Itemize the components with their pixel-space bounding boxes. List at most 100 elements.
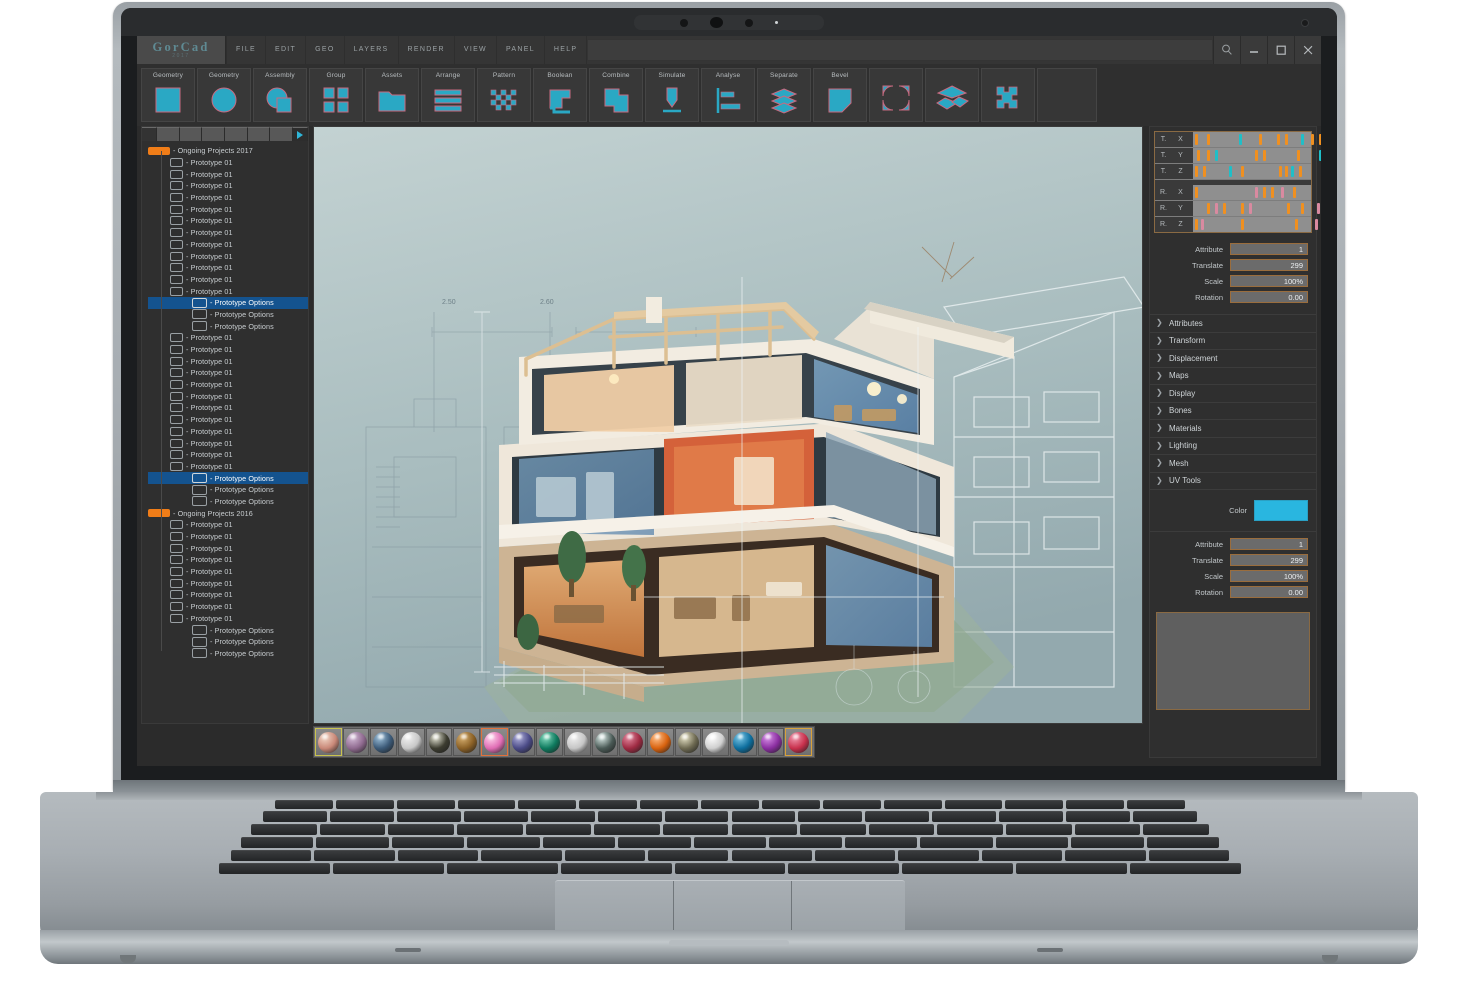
scale-input[interactable]: 100% [1230, 275, 1308, 287]
tree-item-options[interactable]: - Prototype Options [148, 320, 308, 332]
tree-item-prototype[interactable]: - Prototype 01 [148, 390, 308, 402]
tree-item-prototype[interactable]: - Prototype 01 [148, 566, 308, 578]
material-swatch[interactable] [619, 728, 646, 756]
keyboard-key[interactable] [594, 824, 660, 835]
keyboard-key[interactable] [663, 824, 729, 835]
keyboard-key[interactable] [1133, 811, 1197, 822]
keyboard-key[interactable] [314, 850, 394, 861]
keyboard-key[interactable] [800, 824, 866, 835]
keyboard-key[interactable] [618, 837, 690, 848]
keyframe-marker[interactable] [1263, 150, 1266, 161]
inspector-sections[interactable]: ❯Attributes❯Transform❯Displacement❯Maps❯… [1150, 314, 1316, 490]
tree-item-options[interactable]: - Prototype Options [148, 496, 308, 508]
keyframe-marker[interactable] [1241, 166, 1244, 177]
material-swatch[interactable] [315, 728, 342, 756]
tree-item-prototype[interactable]: - Prototype 01 [148, 168, 308, 180]
tool-geometry-square[interactable]: Geometry [141, 68, 195, 122]
tool-slanted-planes[interactable] [925, 68, 979, 122]
keyboard-key[interactable] [543, 837, 615, 848]
keyframe-marker[interactable] [1195, 187, 1198, 198]
tree-item-prototype[interactable]: - Prototype 01 [148, 192, 308, 204]
keyframe-marker[interactable] [1295, 219, 1298, 230]
material-swatch[interactable] [370, 728, 397, 756]
tree-item-prototype[interactable]: - Prototype 01 [148, 613, 308, 625]
keyboard-key[interactable] [518, 800, 576, 809]
keyframe-marker[interactable] [1279, 166, 1282, 177]
keyboard-key[interactable] [884, 800, 942, 809]
tree-item-prototype[interactable]: - Prototype 01 [148, 437, 308, 449]
color-row[interactable]: Color [1150, 490, 1316, 531]
keyboard-key[interactable] [481, 850, 561, 861]
tool-empty-slot[interactable] [1037, 68, 1097, 122]
tree-item-prototype[interactable]: - Prototype 01 [148, 250, 308, 262]
translate-input[interactable]: 299 [1230, 259, 1308, 271]
tree-item-prototype[interactable]: - Prototype 01 [148, 461, 308, 473]
tree-item-prototype[interactable]: - Prototype 01 [148, 449, 308, 461]
keyboard-key[interactable] [1075, 824, 1141, 835]
field-rotation-2[interactable]: Rotation 0.00 [1158, 586, 1308, 598]
keyboard-key[interactable] [1143, 824, 1209, 835]
keyboard-key[interactable] [788, 863, 899, 874]
timeline-row-tx[interactable]: T.X [1155, 132, 1311, 148]
keyframe-marker[interactable] [1215, 203, 1218, 214]
keyboard-key[interactable] [464, 811, 528, 822]
maximize-button[interactable] [1267, 36, 1294, 64]
keyframe-marker[interactable] [1317, 203, 1320, 214]
keyboard-key[interactable] [898, 850, 978, 861]
keyframe-marker[interactable] [1249, 203, 1252, 214]
tree-group-2017[interactable]: - Ongoing Projects 2017 [148, 145, 308, 157]
material-swatch[interactable] [481, 728, 508, 756]
keyboard-key[interactable] [1149, 850, 1229, 861]
keyboard-key[interactable] [333, 863, 444, 874]
rotation-input-2[interactable]: 0.00 [1230, 586, 1308, 598]
keyframe-marker[interactable] [1315, 219, 1318, 230]
tree-item-prototype[interactable]: - Prototype 01 [148, 426, 308, 438]
material-swatch-strip[interactable] [313, 726, 815, 758]
keyboard-key[interactable] [565, 850, 645, 861]
tree-item-prototype[interactable]: - Prototype 01 [148, 157, 308, 169]
project-tree[interactable]: - Ongoing Projects 2017- Prototype 01- P… [142, 141, 308, 725]
tree-item-options[interactable]: - Prototype Options [148, 624, 308, 636]
keyboard-key[interactable] [732, 824, 798, 835]
keyboard-key[interactable] [561, 863, 672, 874]
material-swatch[interactable] [592, 728, 619, 756]
keyframe-marker[interactable] [1281, 187, 1284, 198]
timeline-track[interactable] [1193, 164, 1311, 179]
material-swatch[interactable] [453, 728, 480, 756]
timeline-track[interactable] [1193, 201, 1311, 216]
keyframe-marker[interactable] [1293, 187, 1296, 198]
tree-item-prototype[interactable]: - Prototype 01 [148, 577, 308, 589]
keyboard-key[interactable] [732, 850, 812, 861]
close-button[interactable] [1294, 36, 1321, 64]
tree-item-prototype[interactable]: - Prototype 01 [148, 239, 308, 251]
tree-item-prototype[interactable]: - Prototype 01 [148, 332, 308, 344]
field-translate[interactable]: Translate 299 [1158, 259, 1308, 271]
keyboard-key[interactable] [398, 850, 478, 861]
material-swatch[interactable] [785, 728, 812, 756]
tree-item-prototype[interactable]: - Prototype 01 [148, 262, 308, 274]
keyboard-key[interactable] [598, 811, 662, 822]
field-scale[interactable]: Scale 100% [1158, 275, 1308, 287]
keyframe-marker[interactable] [1319, 134, 1321, 145]
keyboard-key[interactable] [945, 800, 1003, 809]
tree-item-prototype[interactable]: - Prototype 01 [148, 414, 308, 426]
keyframe-marker[interactable] [1301, 134, 1304, 145]
tab-4[interactable] [225, 127, 248, 141]
tab-3[interactable] [202, 127, 225, 141]
attribute-input-2[interactable]: 1 [1230, 538, 1308, 550]
keyboard-key[interactable] [275, 800, 333, 809]
tool-geometry-circle[interactable]: Geometry [197, 68, 251, 122]
tree-item-prototype[interactable]: - Prototype 01 [148, 215, 308, 227]
keyframe-marker[interactable] [1201, 219, 1204, 230]
tree-item-prototype[interactable]: - Prototype 01 [148, 227, 308, 239]
section-attributes[interactable]: ❯Attributes [1150, 315, 1316, 333]
section-displacement[interactable]: ❯Displacement [1150, 350, 1316, 368]
timeline-track[interactable] [1193, 217, 1311, 232]
keyframe-marker[interactable] [1285, 166, 1288, 177]
tree-item-options[interactable]: - Prototype Options [148, 648, 308, 660]
keyframe-marker[interactable] [1195, 219, 1198, 230]
keyframe-marker[interactable] [1301, 203, 1304, 214]
keyframe-marker[interactable] [1195, 134, 1198, 145]
keyframe-marker[interactable] [1207, 134, 1210, 145]
tool-group[interactable]: Group [309, 68, 363, 122]
